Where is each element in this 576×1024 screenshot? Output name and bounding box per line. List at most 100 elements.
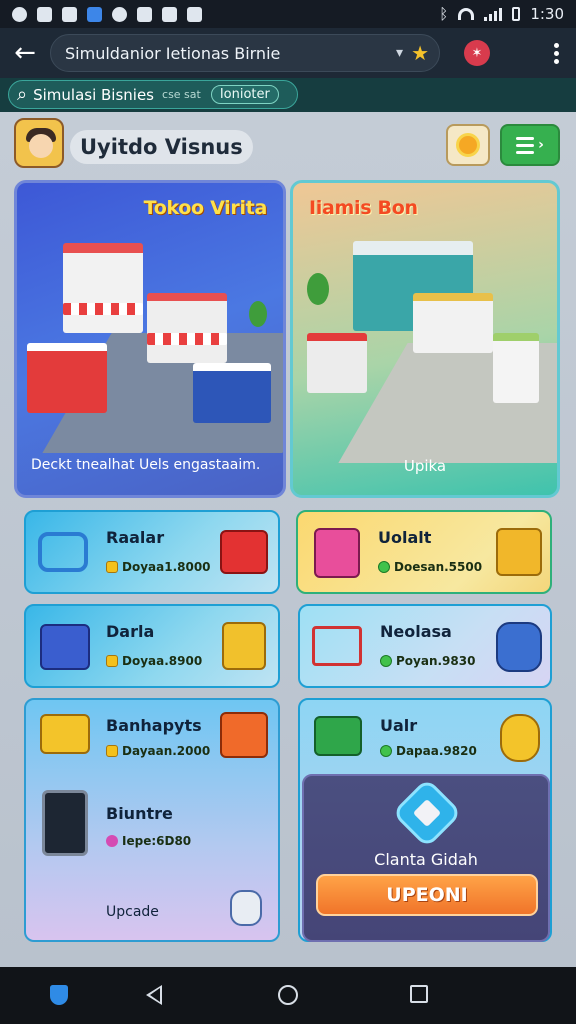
star-icon[interactable]: ★ [411, 41, 429, 65]
screen: ᛒ 1:30 ← Simuldanior Ietionas Birnie ▾ ★… [0, 0, 576, 1024]
back-arrow-icon[interactable]: ← [0, 38, 50, 68]
app-notification-icon [137, 6, 152, 22]
shop-item-card[interactable]: Uolalt Doesan.5500 [296, 510, 552, 594]
app-notification-icon [87, 6, 102, 22]
shop-building [63, 243, 143, 333]
gem-icon [378, 561, 390, 573]
vending-stall [307, 333, 367, 393]
sun-icon [456, 133, 480, 157]
crate-icon [222, 622, 266, 670]
shop-awning [63, 303, 143, 315]
address-bar[interactable]: Simuldanior Ietionas Birnie ▾ ★ [50, 34, 440, 72]
phone-icon [42, 790, 88, 856]
notification-icon [12, 6, 27, 22]
item-title[interactable]: Biuntre [106, 804, 173, 823]
status-bar: ᛒ 1:30 [0, 0, 576, 28]
gold-bars-icon [40, 714, 90, 754]
clock: 1:30 [530, 5, 564, 23]
blue-shop [193, 363, 271, 423]
app-notification-icon [112, 6, 127, 22]
shield-icon[interactable] [50, 985, 68, 1005]
item-price: Iepe:6D80 [106, 834, 191, 848]
scooter-icon [38, 532, 88, 572]
app-notification-icon [162, 6, 177, 22]
shop-building [413, 293, 493, 353]
coin-icon [106, 655, 118, 667]
coin-icon [106, 745, 118, 757]
item-price: Dapaa.9820 [380, 744, 477, 758]
chevron-right-icon: › [538, 137, 544, 153]
search-bar[interactable]: ⌕ Simulasi Bisnies cse sat Ionioter [8, 80, 298, 109]
item-title: Raalar [106, 528, 165, 547]
signal-icon [484, 7, 503, 21]
wifi-icon [458, 8, 475, 20]
palm-tree [249, 301, 267, 327]
item-price: Dayaan.2000 [106, 744, 210, 758]
upgrade-link[interactable]: Upcade [106, 904, 159, 920]
list-icon [516, 136, 535, 154]
shop-item-card-group: Banhapyts Dayaan.2000 Biuntre Iepe:6D80 … [24, 698, 280, 942]
hero-caption: Deckt tnealhat Uels engastaaim. [31, 457, 261, 473]
item-title: Uolalt [378, 528, 432, 547]
bluetooth-icon: ᛒ [439, 5, 449, 23]
hero-title: Iiamis Bon [309, 197, 418, 219]
game-header: Uyitdo Visnus › [0, 112, 576, 178]
page-title: Uyitdo Visnus [70, 130, 253, 164]
palm-tree [307, 273, 329, 305]
ticket-icon [500, 714, 540, 762]
shop-building [147, 293, 227, 363]
browser-toolbar: ← Simuldanior Ietionas Birnie ▾ ★ ✶ [0, 28, 576, 78]
shop-awning [147, 333, 227, 345]
jar-icon [230, 890, 262, 926]
search-label: Simulasi Bisnies [33, 85, 155, 104]
search-hint: cse sat [162, 88, 201, 101]
address-text: Simuldanior Ietionas Birnie [65, 43, 281, 63]
tag-icon [496, 622, 542, 672]
arcade-machine-icon [314, 528, 360, 578]
avatar[interactable] [14, 118, 64, 168]
gem-icon [380, 745, 392, 757]
heart-icon [106, 835, 118, 847]
menu-button[interactable]: › [500, 124, 560, 166]
extension-icon[interactable]: ✶ [464, 40, 490, 66]
app-notification-icon [37, 6, 52, 22]
chevron-down-icon[interactable]: ▾ [396, 45, 403, 61]
settings-sun-button[interactable] [446, 124, 490, 166]
back-icon[interactable] [146, 985, 162, 1005]
item-price: Doesan.5500 [378, 560, 482, 574]
upgrade-label: Clanta Gidah [374, 850, 478, 869]
crate-icon [496, 528, 542, 576]
search-strip: ⌕ Simulasi Bisnies cse sat Ionioter [0, 78, 576, 112]
hero-card-bisnis[interactable]: Iiamis Bon Upika [290, 180, 560, 498]
search-icon: ⌕ [17, 84, 28, 105]
gem-icon [380, 655, 392, 667]
upgrade-panel: Clanta Gidah UPEONI [302, 774, 550, 942]
system-nav-bar [0, 967, 576, 1024]
coin-icon [106, 561, 118, 573]
item-title[interactable]: Ualr [380, 716, 417, 735]
hero-card-toko[interactable]: Tokoo Virita Deckt tnealhat Uels engasta… [14, 180, 286, 498]
gift-box-icon [220, 712, 268, 758]
battery-icon [512, 7, 521, 21]
hero-title: Tokoo Virita [143, 197, 268, 219]
upgrade-button[interactable]: UPEONI [316, 874, 538, 916]
market-stall [27, 343, 107, 413]
recents-icon[interactable] [410, 985, 428, 1003]
item-price: Doyaa1.8000 [106, 560, 211, 574]
shop-item-card[interactable]: Darla Doyaa.8900 [24, 604, 280, 688]
home-icon[interactable] [278, 985, 298, 1005]
search-chip[interactable]: Ionioter [210, 85, 279, 104]
shopping-basket-icon [220, 530, 268, 574]
item-title: Darla [106, 622, 155, 641]
more-options-icon[interactable] [536, 42, 576, 64]
shop-item-card[interactable]: Raalar Doyaa1.8000 [24, 510, 280, 594]
cube-icon [391, 777, 463, 849]
camera-icon [40, 624, 90, 670]
item-price: Doyaa.8900 [106, 654, 202, 668]
app-notification-icon [62, 6, 77, 22]
shop-item-card[interactable]: Neolasa Poyan.9830 [298, 604, 552, 688]
item-title[interactable]: Banhapyts [106, 716, 202, 735]
shopping-cart-icon [312, 626, 362, 666]
app-notification-icon [187, 6, 202, 22]
game-content: Uyitdo Visnus › Tokoo Virita Deckt tneal… [0, 112, 576, 967]
